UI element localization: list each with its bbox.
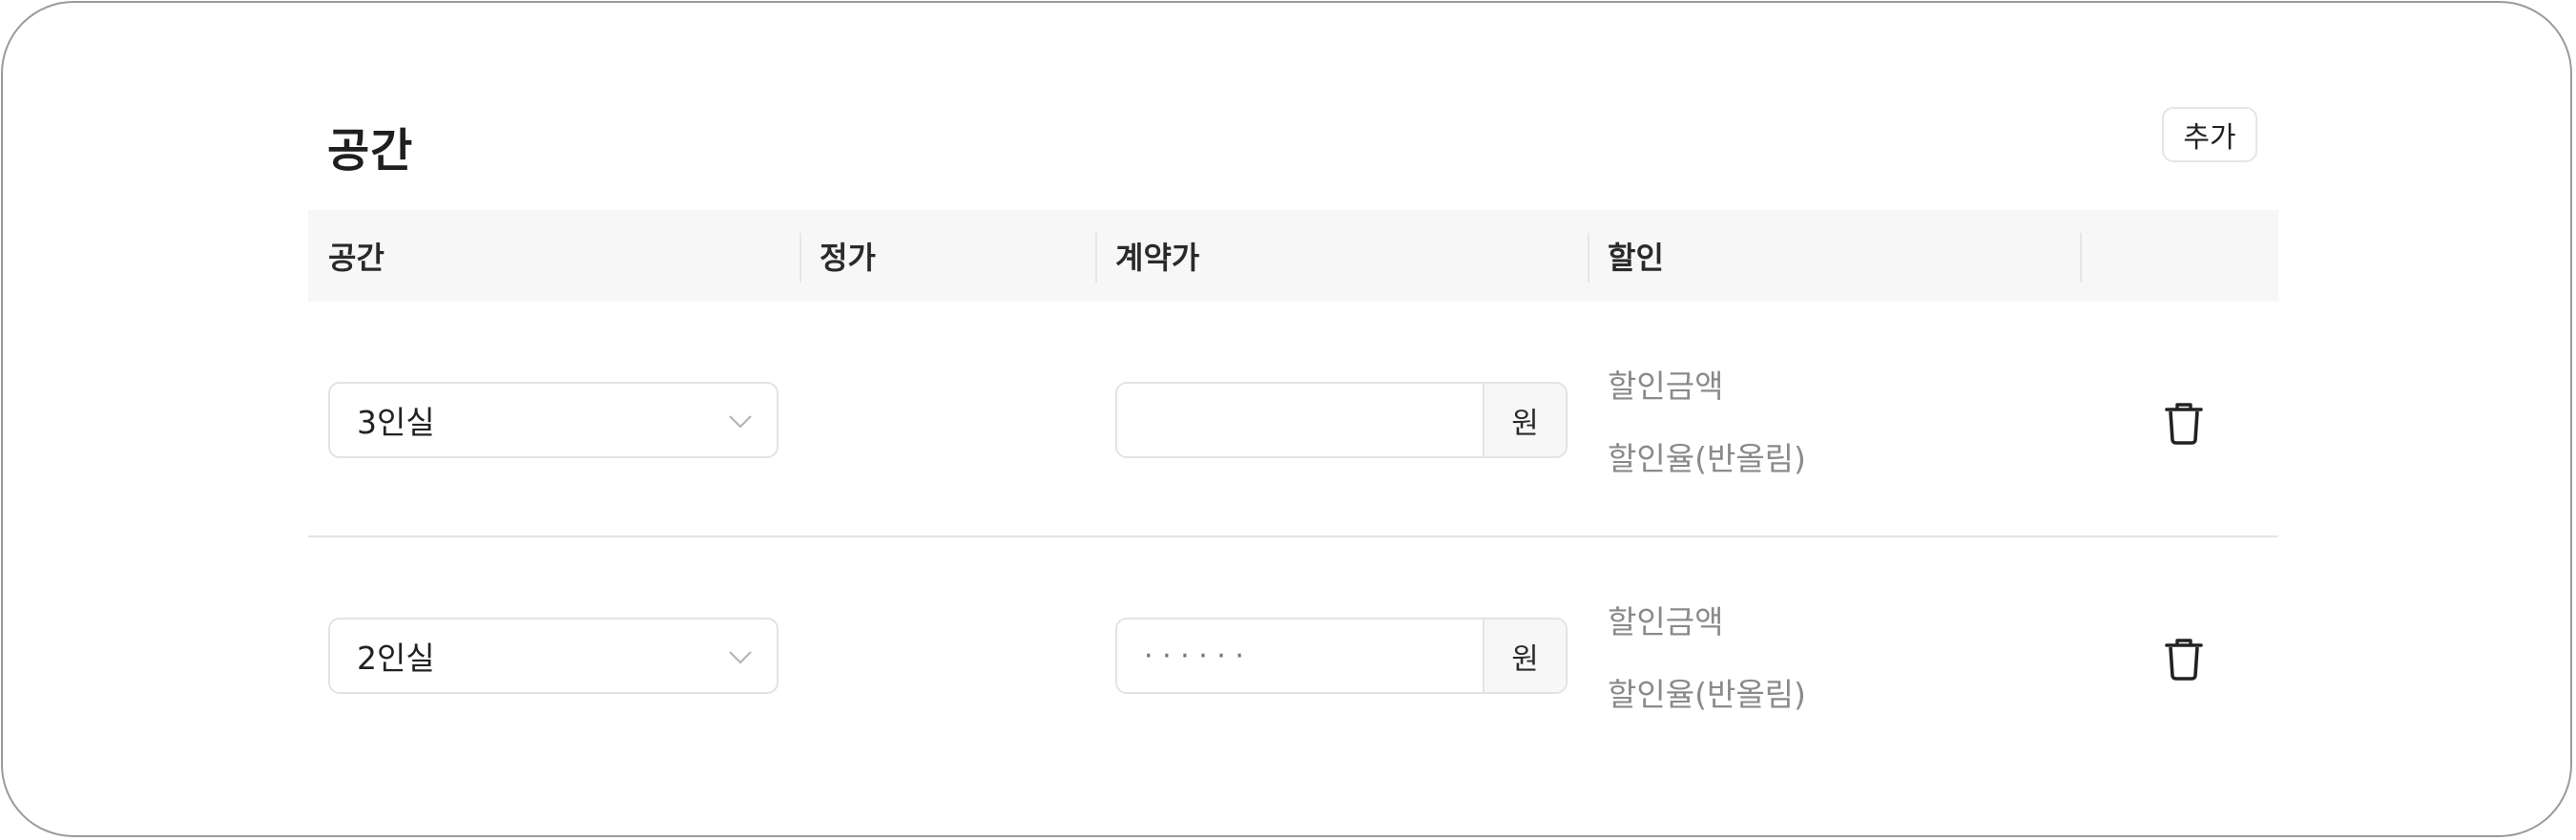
column-header-list-price: 정가 <box>800 210 1095 302</box>
add-button[interactable]: 추가 <box>2162 107 2257 162</box>
trash-icon[interactable] <box>2161 400 2207 446</box>
table-row: 3인실 원 할인금액 할인율(반올림) <box>308 302 2278 537</box>
space-select-value: 3인실 <box>357 404 435 441</box>
space-pricing-card: 공간 추가 공간 정가 계약가 할인 3인실 원 할인금액 할인율(반올림) 2… <box>1 1 2572 837</box>
column-header-discount: 할인 <box>1588 210 2080 302</box>
contract-price-input[interactable] <box>1117 620 1483 692</box>
space-select[interactable]: 3인실 <box>328 382 779 458</box>
column-header-space: 공간 <box>328 240 384 276</box>
currency-unit: 원 <box>1483 620 1566 692</box>
chevron-down-icon <box>729 415 752 429</box>
contract-price-input[interactable] <box>1117 384 1483 456</box>
table-header: 공간 정가 계약가 할인 <box>308 210 2278 302</box>
discount-rate-label: 할인율(반올림) <box>1608 676 1806 713</box>
space-select-value: 2인실 <box>357 640 435 677</box>
discount-amount-label: 할인금액 <box>1608 368 1724 405</box>
column-header-actions <box>2080 210 2278 302</box>
discount-rate-label: 할인율(반올림) <box>1608 440 1806 477</box>
chevron-down-icon <box>729 651 752 664</box>
contract-price-field: 원 <box>1115 382 1568 458</box>
contract-price-field: 원 <box>1115 618 1568 694</box>
currency-unit: 원 <box>1483 384 1566 456</box>
space-select[interactable]: 2인실 <box>328 618 779 694</box>
trash-icon[interactable] <box>2161 636 2207 682</box>
column-header-contract-price: 계약가 <box>1095 210 1588 302</box>
section-title: 공간 <box>327 124 414 178</box>
discount-amount-label: 할인금액 <box>1608 603 1724 640</box>
table-row: 2인실 원 할인금액 할인율(반올림) <box>308 537 2278 771</box>
